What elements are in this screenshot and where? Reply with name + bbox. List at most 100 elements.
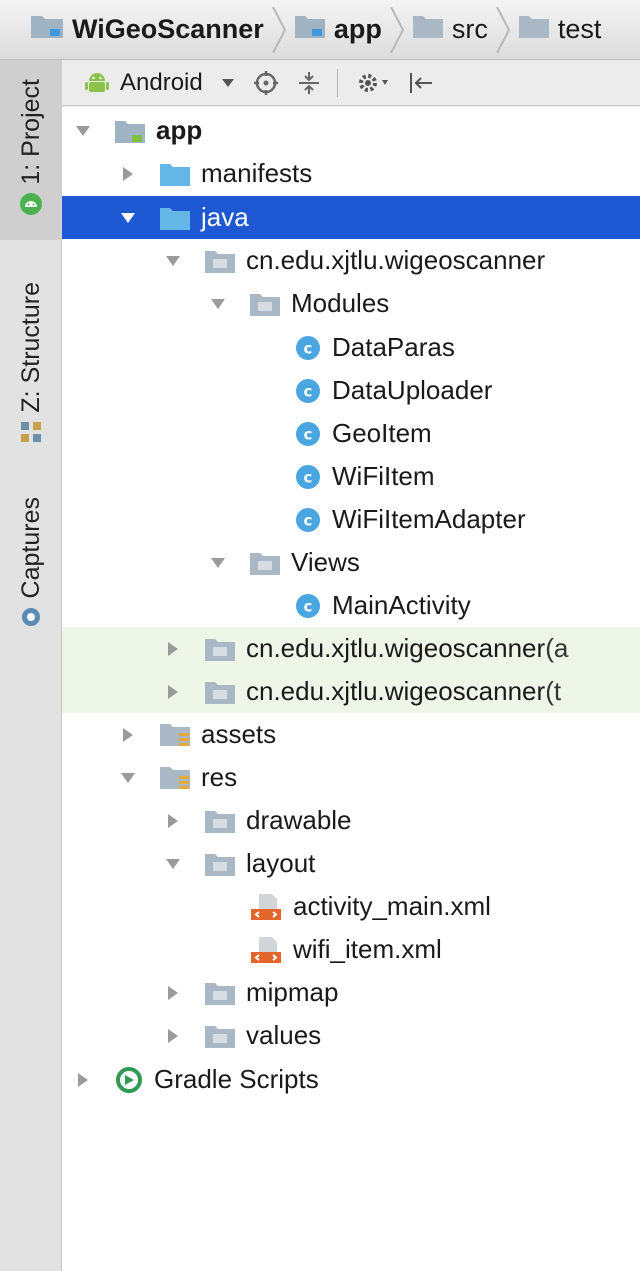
gear-icon[interactable] <box>356 70 390 96</box>
tree-item-suffix: (a <box>545 633 569 663</box>
package-icon <box>204 851 236 877</box>
module-folder-icon <box>294 13 326 46</box>
class-icon: c <box>294 592 322 620</box>
module-folder-icon <box>114 118 146 144</box>
xml-file-icon <box>249 893 283 921</box>
navigation-breadcrumb: WiGeoScanner app src test <box>0 0 640 60</box>
collapse-arrow-icon[interactable] <box>164 684 182 700</box>
tree-item-label: Modules <box>291 288 390 318</box>
tree-item-label: DataParas <box>332 332 455 362</box>
gradle-icon <box>114 1065 144 1095</box>
tree-item-label: cn.edu.xjtlu.wigeoscanner <box>246 676 546 706</box>
xml-file-icon <box>249 936 283 964</box>
tree-row[interactable]: mipmap <box>62 971 640 1014</box>
tree-row[interactable]: assets <box>62 713 640 756</box>
expand-arrow-icon[interactable] <box>74 125 92 137</box>
tree-item-label: WiFiItemAdapter <box>332 504 526 534</box>
tree-row[interactable]: activity_main.xml <box>62 885 640 928</box>
package-icon <box>249 550 281 576</box>
hide-panel-icon[interactable] <box>408 70 434 96</box>
tree-row[interactable]: layout <box>62 842 640 885</box>
tree-row[interactable]: Gradle Scripts <box>62 1058 640 1101</box>
tree-row[interactable]: res <box>62 756 640 799</box>
tree-row[interactable]: cn.edu.xjtlu.wigeoscanner (a <box>62 627 640 670</box>
class-icon: c <box>294 463 322 491</box>
tree-item-label: values <box>246 1020 322 1050</box>
tree-row[interactable]: c WiFiItem <box>62 455 640 498</box>
project-tree: app manifests java cn.edu.xjtlu.wigeoscanne… <box>62 107 640 1271</box>
collapse-all-icon[interactable] <box>297 70 321 96</box>
android-icon <box>19 192 43 221</box>
svg-text:c: c <box>304 511 313 529</box>
tree-row[interactable]: Views <box>62 541 640 584</box>
folder-icon <box>159 161 191 187</box>
expand-arrow-icon[interactable] <box>164 858 182 870</box>
tree-row[interactable]: java <box>62 196 640 239</box>
folder-icon <box>518 13 550 46</box>
tree-row[interactable]: wifi_item.xml <box>62 928 640 971</box>
collapse-arrow-icon[interactable] <box>164 813 182 829</box>
package-icon <box>204 1023 236 1049</box>
camera-icon <box>20 606 42 633</box>
collapse-arrow-icon[interactable] <box>164 641 182 657</box>
package-icon <box>204 248 236 274</box>
tree-item-label: Views <box>291 547 360 577</box>
view-selector[interactable]: Android <box>84 69 203 97</box>
tree-row[interactable]: Modules <box>62 282 640 325</box>
class-icon: c <box>294 506 322 534</box>
tree-row[interactable]: cn.edu.xjtlu.wigeoscanner <box>62 239 640 282</box>
tree-row[interactable]: drawable <box>62 799 640 842</box>
collapse-arrow-icon[interactable] <box>164 985 182 1001</box>
tree-row[interactable]: c WiFiItemAdapter <box>62 498 640 541</box>
expand-arrow-icon[interactable] <box>119 212 137 224</box>
breadcrumb-separator <box>389 6 404 53</box>
tree-row[interactable]: manifests <box>62 152 640 195</box>
expand-arrow-icon[interactable] <box>164 255 182 267</box>
android-robot-icon <box>85 72 109 92</box>
class-icon: c <box>294 334 322 362</box>
tree-row[interactable]: cn.edu.xjtlu.wigeoscanner (t <box>62 670 640 713</box>
tree-item-label: GeoItem <box>332 418 432 448</box>
collapse-arrow-icon[interactable] <box>74 1072 92 1088</box>
svg-text:c: c <box>304 425 313 443</box>
package-icon <box>204 808 236 834</box>
package-icon <box>204 679 236 705</box>
package-icon <box>204 980 236 1006</box>
tree-item-label: DataUploader <box>332 375 493 405</box>
expand-arrow-icon[interactable] <box>209 557 227 569</box>
tree-item-label: Gradle Scripts <box>154 1064 319 1094</box>
scroll-from-source-icon[interactable] <box>253 70 279 96</box>
collapse-arrow-icon[interactable] <box>119 166 137 182</box>
dropdown-arrow-icon[interactable] <box>221 78 235 88</box>
breadcrumb-item-project[interactable]: WiGeoScanner <box>30 13 264 46</box>
breadcrumb-item-test[interactable]: test <box>518 13 601 46</box>
svg-text:c: c <box>304 339 313 357</box>
tree-item-label: drawable <box>246 805 352 835</box>
svg-text:c: c <box>304 382 313 400</box>
svg-text:c: c <box>304 468 313 486</box>
expand-arrow-icon[interactable] <box>119 772 137 784</box>
class-icon: c <box>294 377 322 405</box>
tree-row[interactable]: values <box>62 1014 640 1057</box>
tree-row[interactable]: app <box>62 109 640 152</box>
tree-item-label: MainActivity <box>332 590 471 620</box>
svg-text:c: c <box>304 597 313 615</box>
tree-row[interactable]: c MainActivity <box>62 584 640 627</box>
tree-row[interactable]: c DataParas <box>62 326 640 369</box>
expand-arrow-icon[interactable] <box>209 298 227 310</box>
tree-row[interactable]: c DataUploader <box>62 369 640 412</box>
breadcrumb-item-app[interactable]: app <box>294 13 382 46</box>
folder-icon <box>412 13 444 46</box>
tree-row[interactable]: c GeoItem <box>62 412 640 455</box>
tree-item-suffix: (t <box>545 676 562 706</box>
breadcrumb-item-src[interactable]: src <box>412 13 488 46</box>
tab-structure[interactable]: Z: Structure <box>0 260 62 470</box>
breadcrumb-separator <box>271 6 286 53</box>
collapse-arrow-icon[interactable] <box>119 727 137 743</box>
tab-captures[interactable]: Captures <box>0 485 62 645</box>
package-icon <box>249 291 281 317</box>
tree-item-label: mipmap <box>246 977 339 1007</box>
tree-item-label: activity_main.xml <box>293 891 491 921</box>
collapse-arrow-icon[interactable] <box>164 1028 182 1044</box>
tab-project[interactable]: 1: Project <box>0 60 62 240</box>
